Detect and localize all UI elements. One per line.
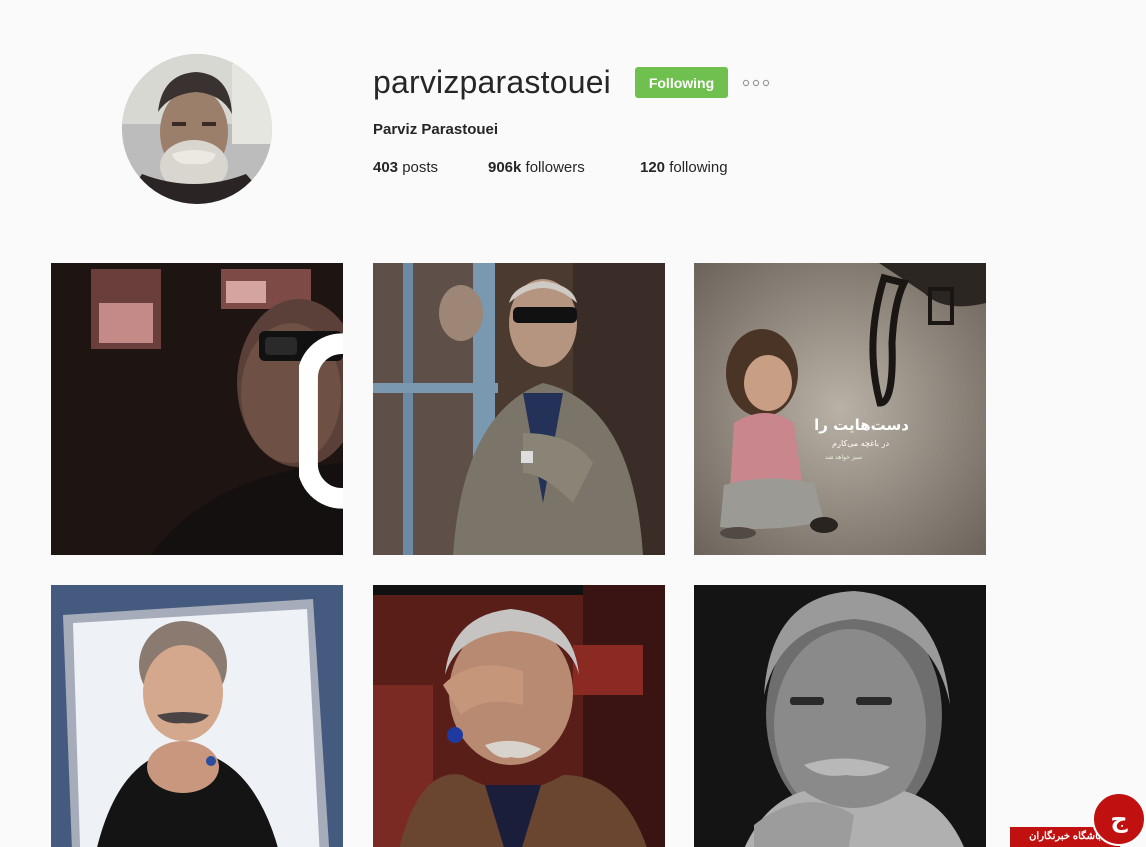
more-options-icon[interactable]: [741, 76, 771, 88]
post-3-line-2: سبز خواهد شد: [825, 454, 862, 461]
following-label: following: [669, 159, 728, 176]
post-thumbnail-2[interactable]: [373, 263, 665, 555]
post-3-title: دست‌هایت را: [814, 416, 909, 434]
followers-label: followers: [525, 159, 585, 176]
profile-page: parvizparastouei Following Parviz Parast…: [0, 0, 1146, 847]
post-thumbnail-5[interactable]: [373, 585, 665, 847]
followers-stat[interactable]: 906k followers: [488, 158, 585, 178]
post-thumbnail-3[interactable]: دست‌هایت را در باغچه می‌کارم سبز خواهد ش…: [694, 263, 986, 555]
post-thumbnail-6[interactable]: [694, 585, 986, 847]
post-thumbnail-1[interactable]: [51, 263, 343, 555]
post-thumbnail-4[interactable]: [51, 585, 343, 847]
news-agency-watermark: باشگاه خبرنگاران ج: [1010, 792, 1146, 847]
profile-username: parvizparastouei: [373, 64, 611, 100]
watermark-glyph: ج: [1110, 805, 1128, 833]
posts-stat: 403 posts: [373, 158, 438, 178]
posts-count: 403: [373, 159, 399, 176]
following-count: 120: [640, 159, 666, 176]
following-button[interactable]: Following: [635, 67, 728, 98]
watermark-logo: ج: [1092, 792, 1146, 846]
followers-count: 906k: [488, 159, 522, 176]
profile-full-name: Parviz Parastouei: [373, 121, 499, 138]
following-stat[interactable]: 120 following: [640, 158, 728, 178]
profile-avatar: [122, 54, 272, 204]
video-camera-icon: [299, 275, 343, 509]
post-3-line-1: در باغچه می‌کارم: [832, 439, 889, 448]
posts-label: posts: [402, 159, 439, 176]
